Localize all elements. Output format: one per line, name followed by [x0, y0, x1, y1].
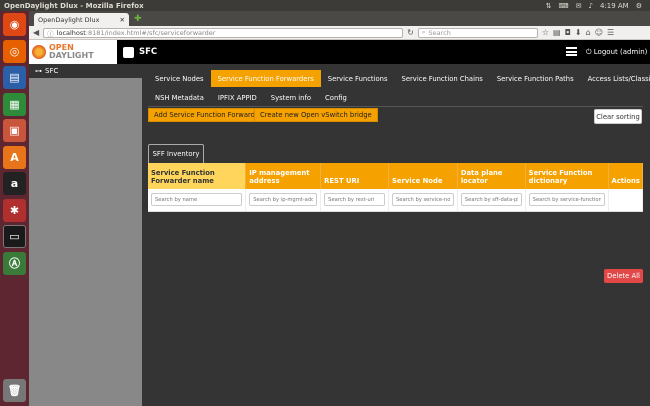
mail-icon[interactable]: ✉	[576, 2, 582, 10]
filter-ip-input[interactable]	[249, 193, 318, 207]
menu-service-nodes[interactable]: Service Nodes	[148, 70, 211, 87]
menu-system-info[interactable]: System info	[264, 89, 318, 106]
gear-icon[interactable]: ⚙	[636, 2, 642, 10]
nav-bar: ◀ ⓘ localhost:8181/index.html#/sfc/servi…	[29, 26, 650, 40]
url-path: :8181/index.html#/sfc/serviceforwarder	[85, 28, 216, 37]
impress-icon[interactable]: ▣	[3, 119, 26, 142]
tab-sff-inventory[interactable]: SFF Inventory	[148, 144, 204, 163]
menu-config[interactable]: Config	[318, 89, 354, 106]
trash-icon[interactable]: 🗑	[3, 379, 26, 402]
sff-table: Service Function Forwarder name IP manag…	[148, 163, 643, 212]
power-icon: ⏻	[586, 48, 592, 56]
new-tab-icon[interactable]: ✚	[134, 14, 142, 24]
writer-icon[interactable]: ▤	[3, 66, 26, 89]
window-title: OpenDaylight Dlux - Mozilla Firefox	[4, 1, 144, 10]
inventory-tabs: SFF Inventory	[148, 144, 204, 163]
reading-list-icon[interactable]: ▤	[553, 28, 561, 37]
clock[interactable]: 4:19 AM	[600, 2, 629, 10]
filter-name-input[interactable]	[151, 193, 243, 207]
app-viewport: OPEN DAYLIGHT SFC ⏻ Logout (admin) ⊶ SFC	[29, 40, 650, 406]
sidebar-item-label: SFC	[45, 67, 59, 75]
delete-all-button[interactable]: Delete All	[604, 269, 643, 283]
column-header-rest-uri[interactable]: REST URI	[320, 163, 389, 189]
column-header-name[interactable]: Service Function Forwarder name	[148, 163, 247, 189]
app-launcher: ◉ ◎ ▤ ▦ ▣ A a ✱ ▭ Ⓐ 🗑	[0, 11, 29, 406]
search-placeholder: Search	[428, 28, 451, 37]
nav-menu-row-2: NSH Metadata IPFIX APPID System info Con…	[148, 89, 354, 106]
logout-button[interactable]: ⏻ Logout (admin)	[586, 48, 647, 57]
browser-window: OpenDaylight Dlux ✕ ✚ ◀ ⓘ localhost:8181…	[29, 11, 650, 406]
hamburger-menu-icon[interactable]	[566, 47, 577, 56]
search-bar[interactable]: ⌕ Search	[417, 27, 538, 38]
menu-nsh-metadata[interactable]: NSH Metadata	[148, 89, 211, 106]
volume-icon[interactable]: ♪	[588, 2, 592, 10]
info-icon[interactable]: ⓘ	[47, 28, 54, 38]
logout-label: Logout (admin)	[593, 48, 648, 56]
network-icon[interactable]: ⇅	[546, 2, 552, 10]
menu-icon[interactable]: ☰	[607, 28, 614, 37]
chat-icon[interactable]: ☺	[595, 28, 603, 37]
sidebar: ⊶ SFC	[29, 64, 142, 406]
topology-icon: ⊶	[35, 67, 42, 75]
sidebar-item-sfc[interactable]: ⊶ SFC	[29, 64, 142, 78]
updater-icon[interactable]: Ⓐ	[3, 251, 26, 275]
amazon-icon[interactable]: a	[3, 172, 26, 195]
main-content: Service Nodes Service Function Forwarder…	[142, 64, 650, 406]
settings-icon[interactable]: ✱	[3, 198, 26, 222]
menu-service-function-chains[interactable]: Service Function Chains	[395, 70, 490, 87]
filter-service-node-input[interactable]	[391, 193, 454, 207]
menu-service-functions[interactable]: Service Functions	[321, 70, 395, 87]
software-center-icon[interactable]: A	[3, 145, 26, 169]
tab-bar: OpenDaylight Dlux ✕ ✚	[29, 11, 650, 26]
filter-row	[148, 189, 643, 212]
divider	[148, 106, 643, 107]
menu-access-lists[interactable]: Access Lists/Classifiers	[581, 70, 650, 87]
system-tray: ⇅ ⌨ ✉ ♪ 4:19 AM ⚙	[546, 2, 650, 10]
column-header-actions: Actions	[608, 163, 643, 189]
filter-rest-uri-input[interactable]	[324, 193, 385, 207]
app-name-label: SFC	[139, 47, 158, 57]
firefox-icon[interactable]: ◎	[3, 39, 26, 63]
ubuntu-dash-icon[interactable]: ◉	[3, 13, 26, 36]
calc-icon[interactable]: ▦	[3, 92, 26, 116]
logo-flower-icon	[32, 45, 46, 59]
table-header-row: Service Function Forwarder name IP manag…	[148, 163, 643, 189]
url-host: localhost	[56, 28, 86, 37]
column-header-ip[interactable]: IP management address	[245, 163, 322, 189]
column-header-sf-dict[interactable]: Service Function dictionary	[525, 163, 609, 189]
download-icon[interactable]: ⬇	[575, 28, 582, 37]
column-header-service-node[interactable]: Service Node	[388, 163, 458, 189]
menu-service-function-paths[interactable]: Service Function Paths	[490, 70, 581, 87]
clear-sorting-button[interactable]: Clear sorting	[594, 109, 642, 124]
nav-menu-row-1: Service Nodes Service Function Forwarder…	[148, 70, 650, 87]
search-icon: ⌕	[421, 28, 426, 36]
filter-data-plane-input[interactable]	[460, 193, 522, 207]
keyboard-icon[interactable]: ⌨	[558, 2, 568, 10]
menu-service-function-forwarders[interactable]: Service Function Forwarders	[210, 70, 321, 87]
system-top-panel: OpenDaylight Dlux - Mozilla Firefox ⇅ ⌨ …	[0, 0, 650, 11]
bookmark-star-icon[interactable]: ☆	[542, 28, 549, 37]
opendaylight-logo: OPEN DAYLIGHT	[29, 40, 117, 64]
terminal-icon[interactable]: ▭	[3, 225, 26, 248]
home-icon[interactable]: ⌂	[586, 28, 591, 37]
app-square-icon	[123, 46, 134, 58]
pocket-icon[interactable]: ◘	[565, 28, 571, 37]
url-bar[interactable]: ⓘ localhost:8181/index.html#/sfc/service…	[43, 27, 404, 38]
back-icon[interactable]: ◀	[33, 28, 39, 37]
column-header-data-plane[interactable]: Data plane locator	[457, 163, 526, 189]
create-ovs-bridge-button[interactable]: Create new Open vSwitch bridge	[254, 108, 378, 122]
app-name: SFC	[123, 46, 158, 58]
app-header: OPEN DAYLIGHT SFC ⏻ Logout (admin)	[29, 40, 650, 64]
logo-text-bottom: DAYLIGHT	[49, 51, 94, 60]
menu-ipfix-appid[interactable]: IPFIX APPID	[211, 89, 264, 106]
filter-sf-dict-input[interactable]	[528, 193, 605, 207]
browser-tab[interactable]: OpenDaylight Dlux ✕	[34, 13, 129, 26]
close-icon[interactable]: ✕	[120, 16, 125, 24]
add-sff-button[interactable]: Add Service Function Forwarder	[148, 108, 268, 122]
reload-icon[interactable]: ↻	[407, 28, 414, 37]
tab-title: OpenDaylight Dlux	[38, 15, 100, 24]
